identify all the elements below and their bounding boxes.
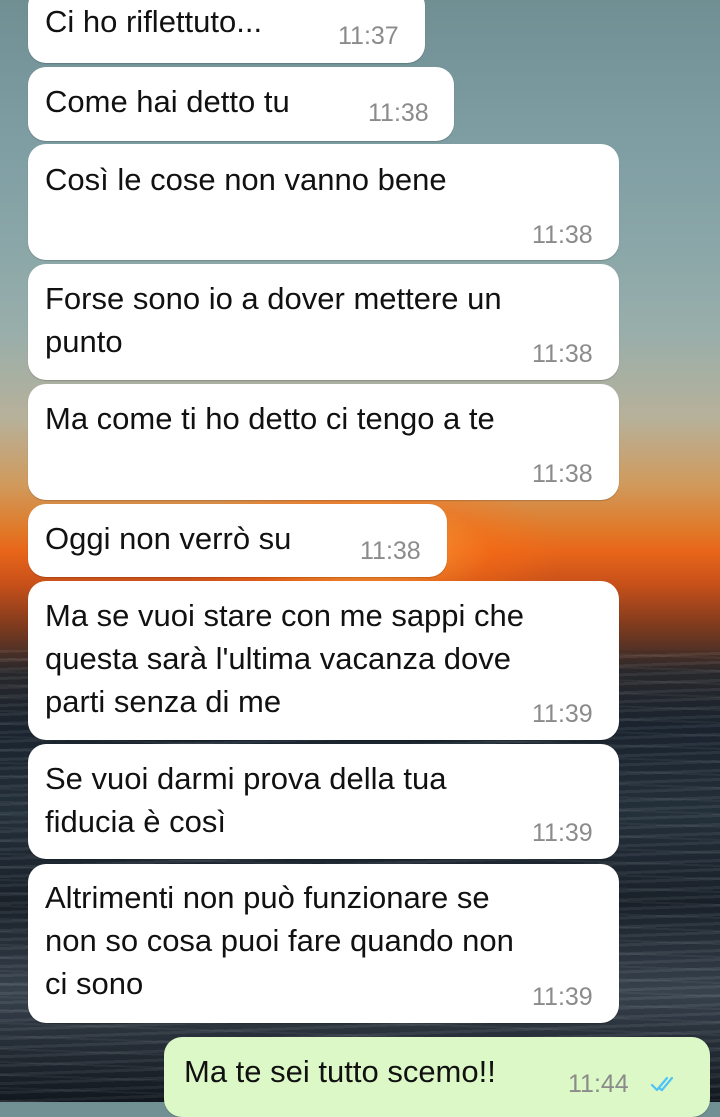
message-text: Oggi non verrò su [45, 521, 292, 556]
message-time: 11:44 [568, 1070, 629, 1098]
message-text: Altrimenti non può funzionare se non so … [45, 880, 514, 1001]
message-text: Se vuoi darmi prova della tua fiducia è … [45, 761, 447, 839]
message-text: Così le cose non vanno bene [45, 162, 447, 197]
message-text: Forse sono io a dover mettere un punto [45, 281, 502, 359]
message-bubble-outgoing[interactable]: Ma te sei tutto scemo!! 11:44 [164, 1037, 710, 1117]
message-time: 11:39 [532, 819, 593, 847]
chat-message-list[interactable]: Ci ho riflettuto... 11:37 Come hai detto… [0, 0, 720, 1117]
message-time: 11:38 [532, 340, 593, 368]
message-bubble-incoming[interactable]: Ma come ti ho detto ci tengo a te 11:38 [28, 384, 619, 500]
message-time: 11:39 [532, 700, 593, 728]
message-time: 11:38 [368, 99, 429, 127]
message-bubble-incoming[interactable]: Oggi non verrò su 11:38 [28, 504, 447, 577]
message-time: 11:38 [532, 221, 593, 249]
message-bubble-incoming[interactable]: Se vuoi darmi prova della tua fiducia è … [28, 744, 619, 859]
message-text: Ma se vuoi stare con me sappi che questa… [45, 598, 525, 719]
double-check-icon [650, 1076, 674, 1092]
message-text: Come hai detto tu [45, 84, 290, 119]
message-bubble-incoming[interactable]: Così le cose non vanno bene 11:38 [28, 144, 619, 260]
message-time: 11:38 [360, 537, 421, 565]
message-bubble-incoming[interactable]: Altrimenti non può funzionare se non so … [28, 864, 619, 1023]
message-bubble-incoming[interactable]: Come hai detto tu 11:38 [28, 67, 454, 141]
message-bubble-incoming[interactable]: Forse sono io a dover mettere un punto 1… [28, 264, 619, 380]
message-text: Ci ho riflettuto... [45, 4, 263, 39]
message-time: 11:37 [338, 22, 399, 50]
message-bubble-incoming[interactable]: Ma se vuoi stare con me sappi che questa… [28, 581, 619, 740]
message-time: 11:39 [532, 983, 593, 1011]
message-text: Ma te sei tutto scemo!! [184, 1054, 496, 1089]
message-text: Ma come ti ho detto ci tengo a te [45, 401, 495, 436]
message-time: 11:38 [532, 460, 593, 488]
message-bubble-incoming[interactable]: Ci ho riflettuto... 11:37 [28, 0, 425, 63]
